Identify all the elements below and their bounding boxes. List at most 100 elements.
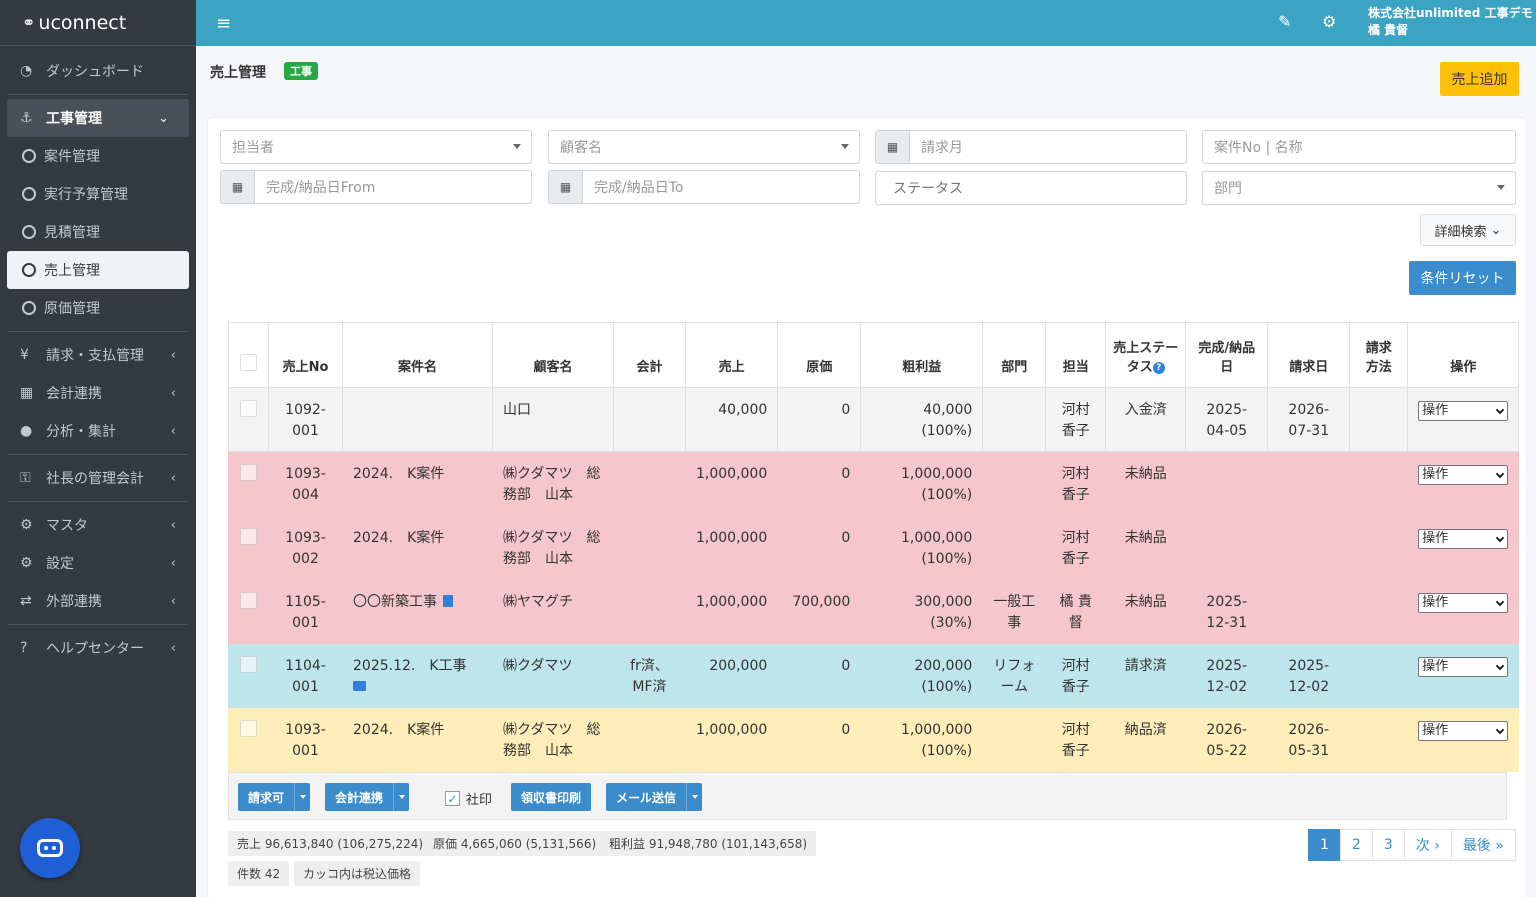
seikyu-button[interactable]: 請求可: [238, 783, 311, 811]
sidebar-item-mitsumori[interactable]: 見積管理: [0, 213, 196, 251]
brand-logo[interactable]: ⚭ uconnect: [0, 0, 196, 46]
caret-down-icon[interactable]: [393, 783, 409, 811]
menu-icon[interactable]: ≡: [216, 13, 231, 34]
from-date-input[interactable]: ▦ 完成/納品日From: [220, 170, 532, 204]
col-header[interactable]: 請求方法: [1349, 322, 1409, 388]
kokyaku-select[interactable]: 顧客名: [548, 130, 860, 164]
cell-seikyu: 2025-12-02: [1267, 643, 1351, 708]
row-checkbox[interactable]: [240, 592, 257, 609]
document-icon[interactable]: [443, 595, 453, 607]
cell-seikyu: [1267, 451, 1351, 516]
operation-select[interactable]: 操作: [1418, 657, 1509, 677]
sidebar-item-help[interactable]: ? ヘルプセンター ‹: [0, 629, 196, 667]
page-2[interactable]: 2: [1339, 829, 1373, 861]
col-header[interactable]: 原価: [777, 322, 862, 388]
chatbot-button[interactable]: [20, 818, 80, 878]
col-header-status[interactable]: 売上ステータス?: [1105, 322, 1187, 388]
col-header[interactable]: 会計: [613, 322, 686, 388]
tantousha-select[interactable]: 担当者: [220, 130, 532, 164]
sidebar-item-gaibu[interactable]: ⇄ 外部連携 ‹: [0, 582, 196, 620]
sidebar-item-yosan[interactable]: 実行予算管理: [0, 175, 196, 213]
page-3[interactable]: 3: [1371, 829, 1405, 861]
sidebar-item-dashboard[interactable]: ◔ ダッシュボード: [0, 52, 196, 90]
operation-select[interactable]: 操作: [1418, 401, 1509, 421]
sidebar-item-genka[interactable]: 原価管理: [0, 289, 196, 327]
table-row[interactable]: 1104-001 2025.12. K工事 ㈱クダマツ fr済、MF済 200,000 0…: [228, 643, 1520, 708]
col-header[interactable]: 売上No: [268, 322, 343, 388]
sidebar-item-settei[interactable]: ⚙ 設定 ‹: [0, 544, 196, 582]
caret-down-icon[interactable]: [294, 783, 310, 811]
table-row[interactable]: 1105-001 〇〇新築工事 ㈱ヤマグチ 1,000,000 700,000 300,0…: [228, 579, 1520, 644]
caret-down-icon[interactable]: [686, 783, 702, 811]
col-header[interactable]: 案件名: [342, 322, 493, 388]
cell-arari-text: 40,000: [923, 402, 973, 418]
select-all-checkbox[interactable]: [240, 354, 257, 371]
col-header[interactable]: 粗利益: [860, 322, 984, 388]
cell-op: 操作: [1407, 451, 1520, 516]
row-checkbox[interactable]: [240, 656, 257, 673]
cell-arari-text: 200,000: [914, 658, 973, 674]
table-row[interactable]: 1093-004 2024. K案件 ㈱クダマツ 総務部 山本 1,000,000 0 1…: [228, 451, 1520, 516]
col-header[interactable]: 部門: [982, 322, 1047, 388]
user-info[interactable]: 株式会社unlimited 工事デモ 橘 貴督: [1368, 5, 1533, 39]
col-header[interactable]: 売上: [684, 322, 779, 388]
row-checkbox[interactable]: [240, 720, 257, 737]
mail-icon[interactable]: [353, 681, 366, 691]
cell-kokyaku: 山口: [492, 387, 614, 452]
page-last[interactable]: 最後 »: [1450, 829, 1516, 861]
operation-select[interactable]: 操作: [1418, 465, 1509, 485]
circle-icon: [22, 301, 36, 315]
sidebar-item-bunseki[interactable]: ● 分析・集計 ‹: [0, 412, 196, 450]
sidebar-item-anken[interactable]: 案件管理: [0, 137, 196, 175]
mail-send-button[interactable]: メール送信: [606, 783, 703, 811]
operation-select[interactable]: 操作: [1418, 593, 1509, 613]
cell-anken[interactable]: 2025.12. K工事: [342, 643, 493, 708]
sidebar-item-shacho[interactable]: ⚿ 社長の管理会計 ‹: [0, 459, 196, 497]
cell-kokyaku-text: 山口: [503, 402, 531, 418]
cell-anken[interactable]: 2024. K案件: [342, 515, 493, 580]
sidebar-item-kaikei[interactable]: ▦ 会計連携 ‹: [0, 374, 196, 412]
cell-anken[interactable]: 2024. K案件: [342, 707, 493, 772]
cell-arari-pct: (100%): [921, 743, 973, 759]
status-select[interactable]: ステータス: [875, 171, 1187, 205]
help-icon[interactable]: ?: [1152, 362, 1165, 374]
sidebar-item-master[interactable]: ⚙ マスタ ‹: [0, 506, 196, 544]
anken-search-input[interactable]: 案件No | 名称: [1202, 130, 1516, 164]
table-row[interactable]: 1093-001 2024. K案件 ㈱クダマツ 総務部 山本 1,000,000 0 1…: [228, 707, 1520, 772]
row-checkbox[interactable]: [240, 400, 257, 417]
sidebar-item-koji[interactable]: ⚓ 工事管理 ⌄: [7, 99, 189, 137]
operation-select[interactable]: 操作: [1418, 721, 1509, 741]
cell-anken[interactable]: [342, 387, 493, 452]
col-header[interactable]: 完成/納品日: [1185, 322, 1269, 388]
page-next[interactable]: 次 ›: [1403, 829, 1452, 861]
table-row[interactable]: 1092-001 山口 40,000 0 40,000 (100%) 河村香子 入金済 2025…: [228, 387, 1520, 452]
shain-checkbox[interactable]: ✓ 社印: [445, 789, 492, 808]
col-header[interactable]: 顧客名: [492, 322, 614, 388]
cell-anken[interactable]: 〇〇新築工事: [342, 579, 493, 644]
add-sale-button[interactable]: 売上追加: [1440, 62, 1519, 96]
page-1[interactable]: 1: [1308, 829, 1341, 861]
reset-button[interactable]: 条件リセット: [1409, 261, 1516, 295]
edit-icon[interactable]: ✎: [1278, 12, 1291, 31]
bumon-select[interactable]: 部門: [1202, 171, 1516, 205]
operation-select[interactable]: 操作: [1418, 529, 1509, 549]
seikyu-month-input[interactable]: ▦ 請求月: [875, 130, 1187, 164]
cell-kaikei: [613, 451, 686, 516]
col-header[interactable]: 請求日: [1267, 322, 1351, 388]
operation-label: 操作: [1422, 659, 1449, 674]
sidebar-item-uriage[interactable]: 売上管理: [7, 251, 189, 289]
cell-kokyaku: ㈱クダマツ 総務部 山本: [492, 515, 614, 580]
detail-search-button[interactable]: 詳細検索 ⌄: [1420, 214, 1516, 246]
col-header[interactable]: 担当: [1045, 322, 1107, 388]
to-date-input[interactable]: ▦ 完成/納品日To: [548, 170, 860, 204]
gears-icon[interactable]: ⚙: [1322, 12, 1336, 31]
cell-arari-pct: (100%): [921, 423, 973, 439]
cell-status-text: 未納品: [1124, 594, 1167, 610]
row-checkbox[interactable]: [240, 528, 257, 545]
cell-anken[interactable]: 2024. K案件: [342, 451, 493, 516]
receipt-print-button[interactable]: 領収書印刷: [511, 783, 592, 811]
table-row[interactable]: 1093-002 2024. K案件 ㈱クダマツ 総務部 山本 1,000,000 0 1…: [228, 515, 1520, 580]
kaikei-button[interactable]: 会計連携: [325, 783, 410, 811]
sidebar-item-seikyu[interactable]: ¥ 請求・支払管理 ‹: [0, 336, 196, 374]
row-checkbox[interactable]: [240, 464, 257, 481]
